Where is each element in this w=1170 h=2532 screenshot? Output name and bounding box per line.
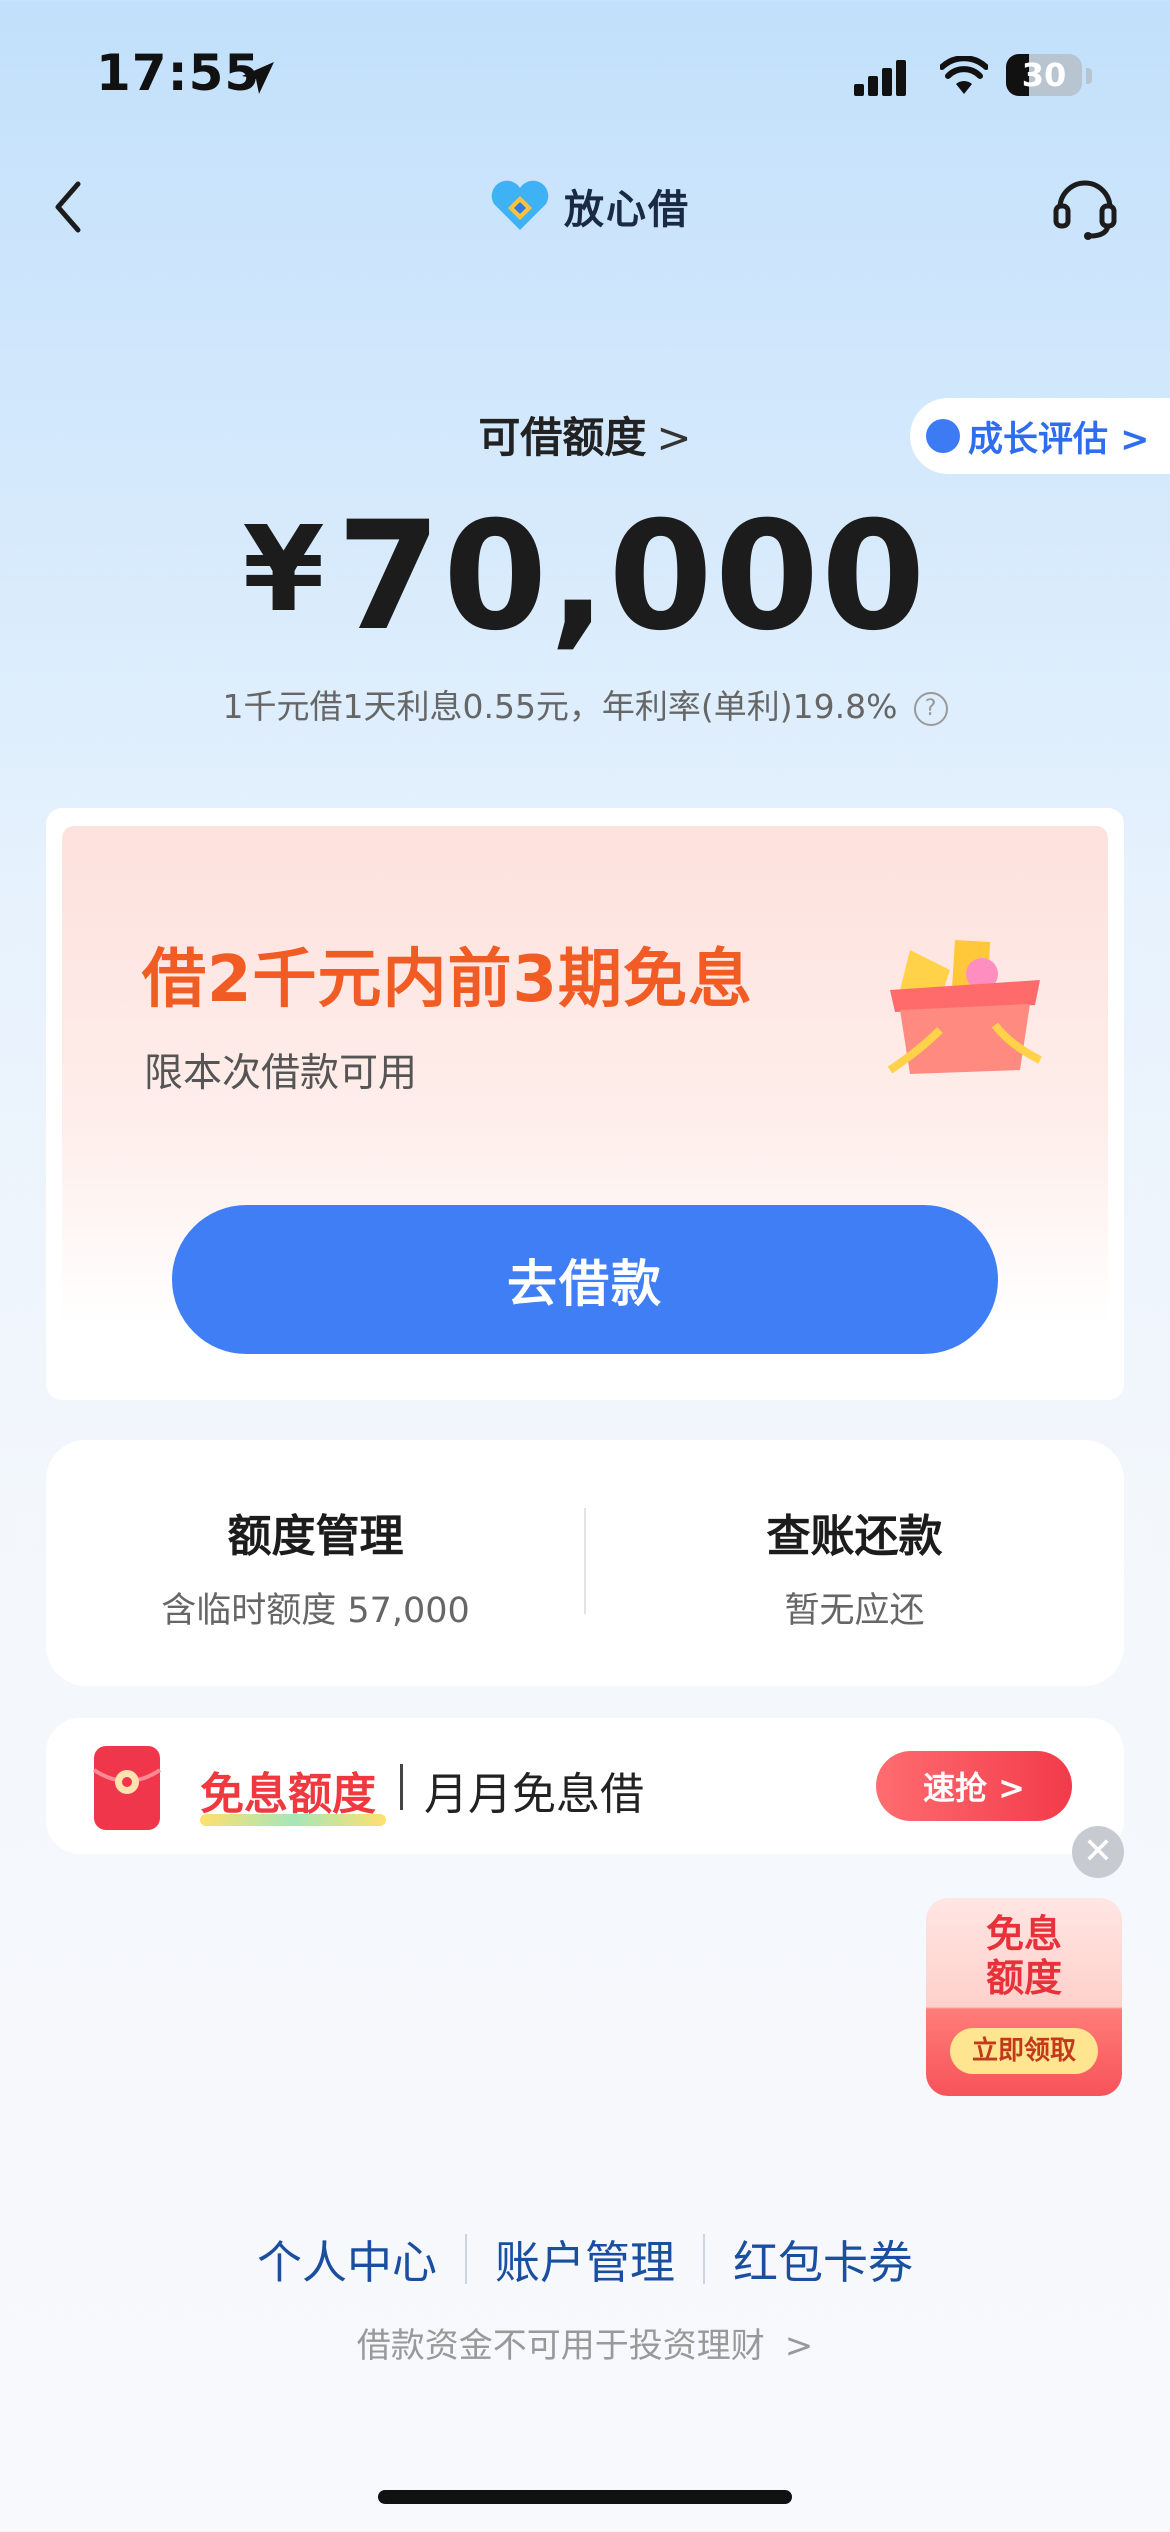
promo-title: 借2千元内前3期免息 (142, 943, 754, 1017)
floating-widget-title-line2: 额度 (985, 1956, 1062, 2000)
floating-widget-title: 免息 额度 (926, 1912, 1122, 2000)
interest-rate-text: 1千元借1天利息0.55元，年利率(单利)19.8% (222, 687, 898, 726)
floating-widget-title-line1: 免息 (985, 1912, 1062, 1956)
brand-header: 放心借 (488, 176, 690, 236)
brand-logo-icon (491, 180, 549, 230)
chevron-right-icon: > (784, 2326, 814, 2366)
wifi-icon (940, 56, 988, 94)
bills-repayment-button[interactable]: 查账还款 暂无应还 (585, 1500, 1124, 1633)
borrow-button[interactable]: 去借款 (172, 1205, 998, 1354)
credit-amount: ¥70,000 (0, 490, 1170, 664)
currency-symbol: ¥ (242, 500, 327, 638)
footer-links: 个人中心 账户管理 红包卡券 (0, 2226, 1170, 2291)
banner-separator (400, 1764, 403, 1810)
credit-amount-value: 70,000 (336, 490, 928, 664)
lightning-icon (926, 419, 960, 453)
coupons-link[interactable]: 红包卡券 (705, 2226, 941, 2291)
cellular-signal-icon (854, 60, 906, 96)
claim-now-button[interactable]: 立即领取 (950, 2028, 1098, 2074)
back-button[interactable] (40, 172, 100, 242)
credit-limit-label: 可借额度 (478, 413, 647, 462)
promo-subtitle: 限本次借款可用 (144, 1051, 418, 1096)
close-icon[interactable]: ✕ (1072, 1826, 1124, 1878)
battery-tip (1086, 68, 1092, 84)
growth-assessment-label: 成长评估 > (968, 419, 1150, 460)
grab-now-button[interactable]: 速抢 > (876, 1751, 1072, 1821)
investment-notice-text: 借款资金不可用于投资理财 (356, 2326, 765, 2366)
battery-level: 30 (1021, 56, 1067, 94)
investment-notice-link[interactable]: 借款资金不可用于投资理财 > (0, 2318, 1170, 2367)
location-arrow-icon (242, 62, 274, 94)
interest-rate-info: 1千元借1天利息0.55元，年利率(单利)19.8%? (0, 680, 1170, 728)
gift-box-icon (887, 940, 1042, 1074)
bills-repayment-title: 查账还款 (766, 1511, 943, 1562)
chevron-right-icon: > (656, 413, 692, 462)
battery-icon: 30 (1006, 54, 1082, 96)
limit-management-subtitle: 含临时额度 57,000 (161, 1591, 470, 1631)
personal-center-link[interactable]: 个人中心 (229, 2226, 465, 2291)
bills-repayment-subtitle: 暂无应还 (784, 1591, 925, 1631)
status-time: 17:55 (96, 44, 261, 102)
customer-service-headset-icon[interactable] (1050, 170, 1120, 242)
help-icon[interactable]: ? (913, 692, 948, 726)
limit-management-title: 额度管理 (227, 1511, 404, 1562)
red-envelope-icon (92, 1746, 162, 1830)
account-management-link[interactable]: 账户管理 (467, 2226, 703, 2291)
limit-management-button[interactable]: 额度管理 含临时额度 57,000 (46, 1500, 585, 1633)
growth-assessment-button[interactable]: 成长评估 > (910, 398, 1170, 474)
brand-name: 放心借 (564, 187, 690, 233)
banner-tag: 免息额度 (200, 1769, 376, 1820)
home-indicator[interactable] (378, 2490, 792, 2504)
banner-text: 月月免息借 (424, 1769, 644, 1820)
